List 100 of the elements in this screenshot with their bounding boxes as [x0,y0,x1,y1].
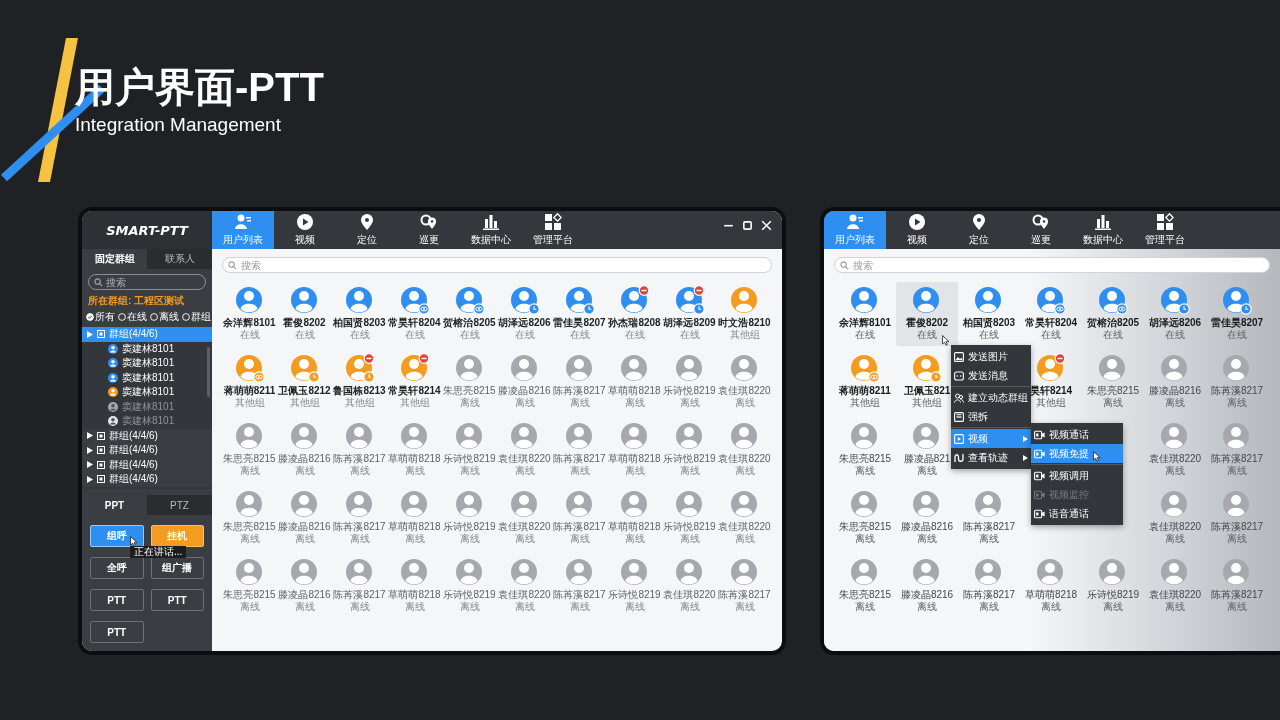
sidebar-tab[interactable]: 联系人 [147,249,212,269]
nav-tab[interactable]: 管理平台 [1134,211,1196,249]
menu-item[interactable]: 视频调用 [1031,466,1123,485]
control-tab[interactable]: PTZ [147,495,212,515]
avatar-icon[interactable] [400,355,427,381]
menu-item[interactable]: 强拆 [951,407,1031,426]
avatar-icon[interactable] [620,355,647,381]
avatar-icon[interactable] [345,423,372,449]
highlighted-tile[interactable]: 霍俊8202 在线 [896,282,958,346]
avatar-icon[interactable] [290,423,317,449]
nav-tab[interactable]: 视频 [886,211,948,249]
avatar-icon[interactable] [1099,287,1125,313]
avatar-icon[interactable] [1161,355,1187,381]
avatar-icon[interactable] [400,559,427,585]
nav-tab[interactable]: 巡更 [398,211,460,249]
avatar-icon[interactable] [675,355,702,381]
menu-item[interactable]: 查看轨迹 [951,448,1031,467]
call-button[interactable]: PTT [90,589,144,611]
radio-icon[interactable] [86,313,94,321]
radio-icon[interactable] [182,313,190,321]
avatar-icon[interactable] [975,287,1001,313]
nav-tab[interactable]: 数据中心 [1072,211,1134,249]
avatar-icon[interactable] [975,491,1001,517]
group-tree-item[interactable]: 群组(4/4/6) [82,443,212,458]
avatar-icon[interactable] [565,491,592,517]
avatar-icon[interactable] [913,423,939,449]
avatar-icon[interactable] [730,559,757,585]
maximize-icon[interactable] [742,220,753,231]
call-button[interactable]: 组广播 [150,557,204,579]
avatar-icon[interactable] [730,423,757,449]
menu-item[interactable]: 建立动态群组 [951,388,1031,407]
avatar-icon[interactable] [1099,559,1125,585]
avatar-icon[interactable] [913,491,939,517]
avatar-icon[interactable] [400,423,427,449]
menu-item[interactable]: 发送图片 [951,347,1031,366]
avatar-icon[interactable] [730,491,757,517]
avatar-icon[interactable] [1161,423,1187,449]
avatar-icon[interactable] [851,287,877,313]
avatar-icon[interactable] [1099,355,1125,381]
avatar-icon[interactable] [290,491,317,517]
avatar-icon[interactable] [400,287,427,313]
filter-option[interactable]: 在线 [118,310,147,324]
filter-option[interactable]: 离线 [150,310,179,324]
avatar-icon[interactable] [565,355,592,381]
avatar-icon[interactable] [975,559,1001,585]
search-field[interactable]: 搜索 [88,274,206,290]
menu-item[interactable]: 视频通话 [1031,425,1123,444]
avatar-icon[interactable] [565,423,592,449]
scrollbar[interactable] [207,347,210,397]
menu-item[interactable]: 语音通话 [1031,504,1123,523]
call-button[interactable]: 全呼 [90,557,144,579]
avatar-icon[interactable] [455,423,482,449]
avatar-icon[interactable] [851,355,877,381]
avatar-icon[interactable] [455,491,482,517]
nav-tab[interactable]: 定位 [336,211,398,249]
avatar-icon[interactable] [1223,559,1249,585]
avatar-icon[interactable] [1223,423,1249,449]
avatar-icon[interactable] [851,491,877,517]
radio-icon[interactable] [118,313,126,321]
avatar-icon[interactable] [851,559,877,585]
avatar-icon[interactable] [345,287,372,313]
avatar-icon[interactable] [851,423,877,449]
avatar-icon[interactable] [1161,559,1187,585]
avatar-icon[interactable] [345,491,372,517]
nav-tab[interactable]: 巡更 [1010,211,1072,249]
avatar-icon[interactable] [345,559,372,585]
call-button[interactable]: PTT [150,589,204,611]
nav-tab[interactable]: 视频 [274,211,336,249]
avatar-icon[interactable] [455,559,482,585]
avatar-icon[interactable] [565,559,592,585]
avatar-icon[interactable] [290,559,317,585]
call-button[interactable]: PTT [90,621,144,643]
avatar-icon[interactable] [620,491,647,517]
avatar-icon[interactable] [235,423,262,449]
group-tree-item[interactable]: 群组(4/4/6) [82,472,212,487]
avatar-icon[interactable] [235,287,262,313]
radio-icon[interactable] [150,313,158,321]
nav-tab[interactable]: 数据中心 [460,211,522,249]
nav-tab[interactable]: 定位 [948,211,1010,249]
avatar-icon[interactable] [620,287,647,313]
avatar-icon[interactable] [675,559,702,585]
avatar-icon[interactable] [455,287,482,313]
avatar-icon[interactable] [1223,355,1249,381]
avatar-icon[interactable] [675,423,702,449]
avatar-icon[interactable] [235,559,262,585]
avatar-icon[interactable] [290,287,317,313]
avatar-icon[interactable] [510,355,537,381]
avatar-icon[interactable] [1223,491,1249,517]
avatar-icon[interactable] [1037,559,1063,585]
close-icon[interactable] [761,220,772,231]
avatar-icon[interactable] [235,491,262,517]
nav-tab[interactable]: 管理平台 [522,211,584,249]
avatar-icon[interactable] [510,559,537,585]
avatar-icon[interactable] [235,355,262,381]
avatar-icon[interactable] [510,423,537,449]
avatar-icon[interactable] [675,491,702,517]
avatar-icon[interactable] [620,423,647,449]
avatar-icon[interactable] [400,491,427,517]
menu-item[interactable]: 发送消息 [951,366,1031,385]
avatar-icon[interactable] [913,287,939,313]
